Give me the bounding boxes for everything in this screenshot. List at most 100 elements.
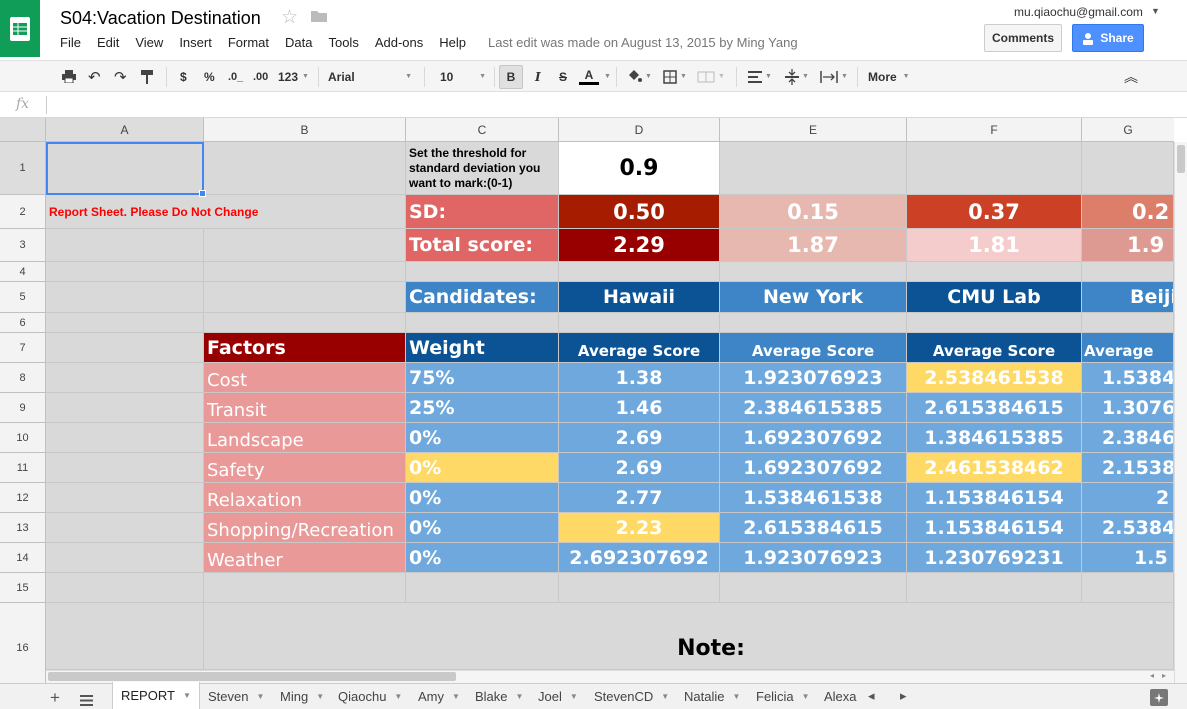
row-header-4[interactable]: 4 <box>0 262 46 282</box>
row-header-13[interactable]: 13 <box>0 513 46 543</box>
paint-format-icon[interactable] <box>141 61 153 92</box>
vertical-scrollbar[interactable] <box>1174 142 1187 683</box>
score-transit-hawaii[interactable]: 1.46 <box>559 393 720 423</box>
score-landscape-new-york[interactable]: 1.692307692 <box>720 423 907 453</box>
borders-icon[interactable]: ▼ <box>663 61 687 92</box>
weight-transit[interactable]: 25% <box>406 393 559 423</box>
score-shopping-recreation-beiji[interactable]: 2.53846 <box>1082 513 1174 543</box>
score-shopping-recreation-cmu-lab[interactable]: 1.153846154 <box>907 513 1082 543</box>
score-relaxation-cmu-lab[interactable]: 1.153846154 <box>907 483 1082 513</box>
factor-weather[interactable]: Weather <box>204 543 406 573</box>
more-button[interactable]: More ▼ <box>868 61 910 92</box>
sd-hawaii[interactable]: 0.50 <box>559 195 720 229</box>
weight-cost[interactable]: 75% <box>406 363 559 393</box>
candidate-new-york[interactable]: New York <box>720 282 907 313</box>
cell-d6[interactable] <box>559 313 720 333</box>
score-safety-cmu-lab[interactable]: 2.461538462 <box>907 453 1082 483</box>
add-sheet-icon[interactable]: + <box>50 688 60 708</box>
scroll-right-icon[interactable]: ▸ <box>1162 671 1166 680</box>
sd-label[interactable]: SD: <box>406 195 559 229</box>
cell-a12[interactable] <box>46 483 204 513</box>
row-header-12[interactable]: 12 <box>0 483 46 513</box>
tab-dropdown-icon[interactable]: ▼ <box>570 692 578 701</box>
score-safety-beiji[interactable]: 2.15384 <box>1082 453 1174 483</box>
cell-a16[interactable] <box>46 603 204 670</box>
menu-tools[interactable]: Tools <box>320 35 366 50</box>
score-transit-beiji[interactable]: 1.30769 <box>1082 393 1174 423</box>
cell-a6[interactable] <box>46 313 204 333</box>
menu-help[interactable]: Help <box>431 35 474 50</box>
cell-e4[interactable] <box>720 262 907 282</box>
score-cost-cmu-lab[interactable]: 2.538461538 <box>907 363 1082 393</box>
last-edit-link[interactable]: Last edit was made on August 13, 2015 by… <box>488 35 798 50</box>
cell-a15[interactable] <box>46 573 204 603</box>
sheet-tab-natalie[interactable]: Natalie ▼ <box>676 683 748 709</box>
weight-relaxation[interactable]: 0% <box>406 483 559 513</box>
column-header-e[interactable]: E <box>720 118 907 142</box>
sd-beijing[interactable]: 0.2 <box>1082 195 1174 229</box>
score-weather-beiji[interactable]: 1.5 <box>1082 543 1174 573</box>
total-cmu-lab[interactable]: 1.81 <box>907 229 1082 262</box>
vertical-align-icon[interactable]: ▼ <box>785 61 809 92</box>
score-cost-beiji[interactable]: 1.53846 <box>1082 363 1174 393</box>
cell-g4[interactable] <box>1082 262 1174 282</box>
cell-b4[interactable] <box>204 262 406 282</box>
total-score-label[interactable]: Total score: <box>406 229 559 262</box>
cell-b5[interactable] <box>204 282 406 313</box>
candidate-cmu-lab[interactable]: CMU Lab <box>907 282 1082 313</box>
score-transit-cmu-lab[interactable]: 2.615384615 <box>907 393 1082 423</box>
column-header-g[interactable]: G <box>1082 118 1174 142</box>
account-dropdown-icon[interactable]: ▼ <box>1151 6 1160 16</box>
score-landscape-hawaii[interactable]: 2.69 <box>559 423 720 453</box>
drive-folder-icon[interactable] <box>310 8 328 23</box>
menu-data[interactable]: Data <box>277 35 320 50</box>
cell-a8[interactable] <box>46 363 204 393</box>
weight-shopping-recreation[interactable]: 0% <box>406 513 559 543</box>
threshold-input[interactable]: 0.9 <box>559 142 720 195</box>
score-relaxation-hawaii[interactable]: 2.77 <box>559 483 720 513</box>
font-size-dropdown[interactable]: 10 ▼ <box>440 61 486 92</box>
sheet-tab-stevencd[interactable]: StevenCD ▼ <box>586 683 677 709</box>
score-transit-new-york[interactable]: 2.384615385 <box>720 393 907 423</box>
candidates-label[interactable]: Candidates: <box>406 282 559 313</box>
avg-header-beijing[interactable]: Average <box>1082 333 1174 363</box>
comments-button[interactable]: Comments <box>984 24 1062 52</box>
align-left-icon[interactable]: ▼ <box>748 61 772 92</box>
cell-g1[interactable] <box>1082 142 1174 195</box>
share-button[interactable]: Share <box>1072 24 1144 52</box>
tab-dropdown-icon[interactable]: ▼ <box>256 692 264 701</box>
text-wrap-icon[interactable]: ▼ <box>820 61 848 92</box>
row-header-10[interactable]: 10 <box>0 423 46 453</box>
tabs-scroll-right-icon[interactable]: ▸ <box>900 688 907 704</box>
cell-f1[interactable] <box>907 142 1082 195</box>
score-cost-new-york[interactable]: 1.923076923 <box>720 363 907 393</box>
avg-header-new-york[interactable]: Average Score <box>720 333 907 363</box>
all-sheets-icon[interactable] <box>80 693 93 709</box>
score-weather-hawaii[interactable]: 2.692307692 <box>559 543 720 573</box>
cell-a7[interactable] <box>46 333 204 363</box>
tab-dropdown-icon[interactable]: ▼ <box>394 692 402 701</box>
sheet-tab-qiaochu[interactable]: Qiaochu ▼ <box>330 683 410 709</box>
cell-b6[interactable] <box>204 313 406 333</box>
cell-a4[interactable] <box>46 262 204 282</box>
explore-icon[interactable] <box>1150 689 1168 706</box>
menu-insert[interactable]: Insert <box>171 35 220 50</box>
sheet-tab-blake[interactable]: Blake ▼ <box>467 683 531 709</box>
factors-header[interactable]: Factors <box>204 333 406 363</box>
fill-color-icon[interactable]: ▼ <box>626 61 652 92</box>
weight-safety[interactable]: 0% <box>406 453 559 483</box>
cell-a5[interactable] <box>46 282 204 313</box>
decrease-decimal-button[interactable]: .0_ <box>228 61 243 92</box>
score-cost-hawaii[interactable]: 1.38 <box>559 363 720 393</box>
sd-cmu-lab[interactable]: 0.37 <box>907 195 1082 229</box>
tab-dropdown-icon[interactable]: ▼ <box>732 692 740 701</box>
row-header-5[interactable]: 5 <box>0 282 46 313</box>
cell-a11[interactable] <box>46 453 204 483</box>
tab-dropdown-icon[interactable]: ▼ <box>516 692 524 701</box>
font-family-dropdown[interactable]: Arial ▼ <box>328 61 412 92</box>
column-header-f[interactable]: F <box>907 118 1082 142</box>
cell-a10[interactable] <box>46 423 204 453</box>
tabs-scroll-left-icon[interactable]: ◂ <box>868 688 875 704</box>
print-icon[interactable] <box>62 61 76 92</box>
cell-a13[interactable] <box>46 513 204 543</box>
